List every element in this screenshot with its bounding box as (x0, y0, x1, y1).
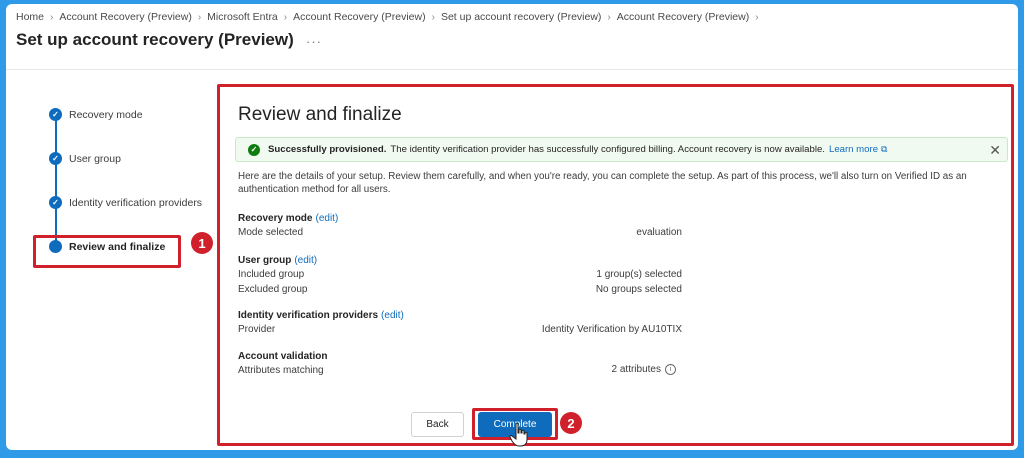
step-label: Recovery mode (69, 108, 143, 121)
step-label: Identity verification providers (69, 196, 203, 209)
breadcrumb-account-recovery[interactable]: Account Recovery (Preview) (59, 11, 191, 23)
step-identity-verification-providers[interactable]: ✓ Identity verification providers (46, 196, 202, 209)
group-title-user-group: User group (edit) (238, 255, 317, 266)
learn-more-link[interactable]: Learn more (829, 144, 878, 155)
annotation-highlight-step (33, 235, 181, 268)
success-message-bar: ✓ Successfully provisioned. The identity… (235, 137, 1008, 162)
row-value: No groups selected (595, 284, 682, 295)
breadcrumb-account-recovery-2[interactable]: Account Recovery (Preview) (293, 11, 425, 23)
breadcrumb-microsoft-entra[interactable]: Microsoft Entra (207, 11, 278, 23)
edit-providers-link[interactable]: (edit) (381, 310, 404, 321)
hand-cursor-icon (509, 422, 528, 447)
info-icon[interactable]: i (665, 364, 676, 375)
row-label: Attributes matching (238, 365, 324, 376)
step-recovery-mode[interactable]: ✓ Recovery mode (46, 108, 143, 121)
page-title: Set up account recovery (Preview) (16, 30, 294, 49)
edit-user-group-link[interactable]: (edit) (294, 255, 317, 266)
row-value-attributes: 2 attributes i (612, 364, 676, 375)
check-icon: ✓ (49, 196, 62, 209)
setup-description: Here are the details of your setup. Revi… (238, 171, 967, 195)
row-label: Mode selected (238, 227, 304, 238)
row-label: Excluded group (238, 284, 308, 295)
message-strong: Successfully provisioned. (268, 144, 387, 155)
external-link-icon: ⧉ (881, 144, 888, 154)
group-title-text: Identity verification providers (238, 310, 379, 321)
chevron-right-icon: › (607, 11, 611, 23)
row-label: Included group (238, 269, 305, 280)
check-icon: ✓ (49, 108, 62, 121)
group-title-account-validation: Account validation (238, 351, 327, 362)
success-check-icon: ✓ (248, 143, 260, 156)
chevron-right-icon: › (283, 11, 288, 23)
attributes-value: 2 attributes (611, 364, 661, 376)
close-icon[interactable]: ✕ (989, 142, 1001, 159)
chevron-right-icon: › (755, 11, 759, 23)
back-button[interactable]: Back (411, 412, 464, 437)
row-value: Identity Verification by AU10TIX (541, 324, 682, 335)
row-label: Provider (238, 324, 276, 335)
check-icon: ✓ (49, 152, 62, 165)
row-value: 1 group(s) selected (596, 269, 682, 280)
edit-recovery-mode-link[interactable]: (edit) (315, 213, 338, 224)
group-title-text: Recovery mode (238, 213, 313, 224)
section-title: Review and finalize (238, 104, 402, 125)
step-label: User group (69, 152, 121, 165)
more-options-icon[interactable]: ··· (306, 34, 322, 49)
portal-window: Home › Account Recovery (Preview) › Micros… (6, 4, 1018, 450)
group-title-text: User group (238, 255, 292, 266)
header-divider (6, 69, 1018, 70)
chevron-right-icon: › (50, 11, 54, 23)
annotation-badge-1: 1 (191, 232, 213, 254)
row-value: evaluation (636, 227, 682, 238)
group-title-text: Account validation (238, 351, 328, 362)
breadcrumb: Home › Account Recovery (Preview) › Micros… (16, 11, 759, 23)
chevron-right-icon: › (197, 11, 202, 23)
chevron-right-icon: › (431, 11, 435, 23)
step-user-group[interactable]: ✓ User group (46, 152, 121, 165)
group-title-recovery-mode: Recovery mode (edit) (238, 213, 338, 224)
breadcrumb-home[interactable]: Home (16, 11, 44, 23)
breadcrumb-set-up[interactable]: Set up account recovery (Preview) (441, 11, 601, 23)
breadcrumb-account-recovery-3[interactable]: Account Recovery (Preview) (617, 11, 749, 23)
message-text: The identity verification provider has s… (390, 144, 825, 155)
stepper-line (55, 114, 57, 244)
annotation-badge-2: 2 (560, 412, 582, 434)
group-title-identity-verification-providers: Identity verification providers (edit) (238, 310, 404, 321)
